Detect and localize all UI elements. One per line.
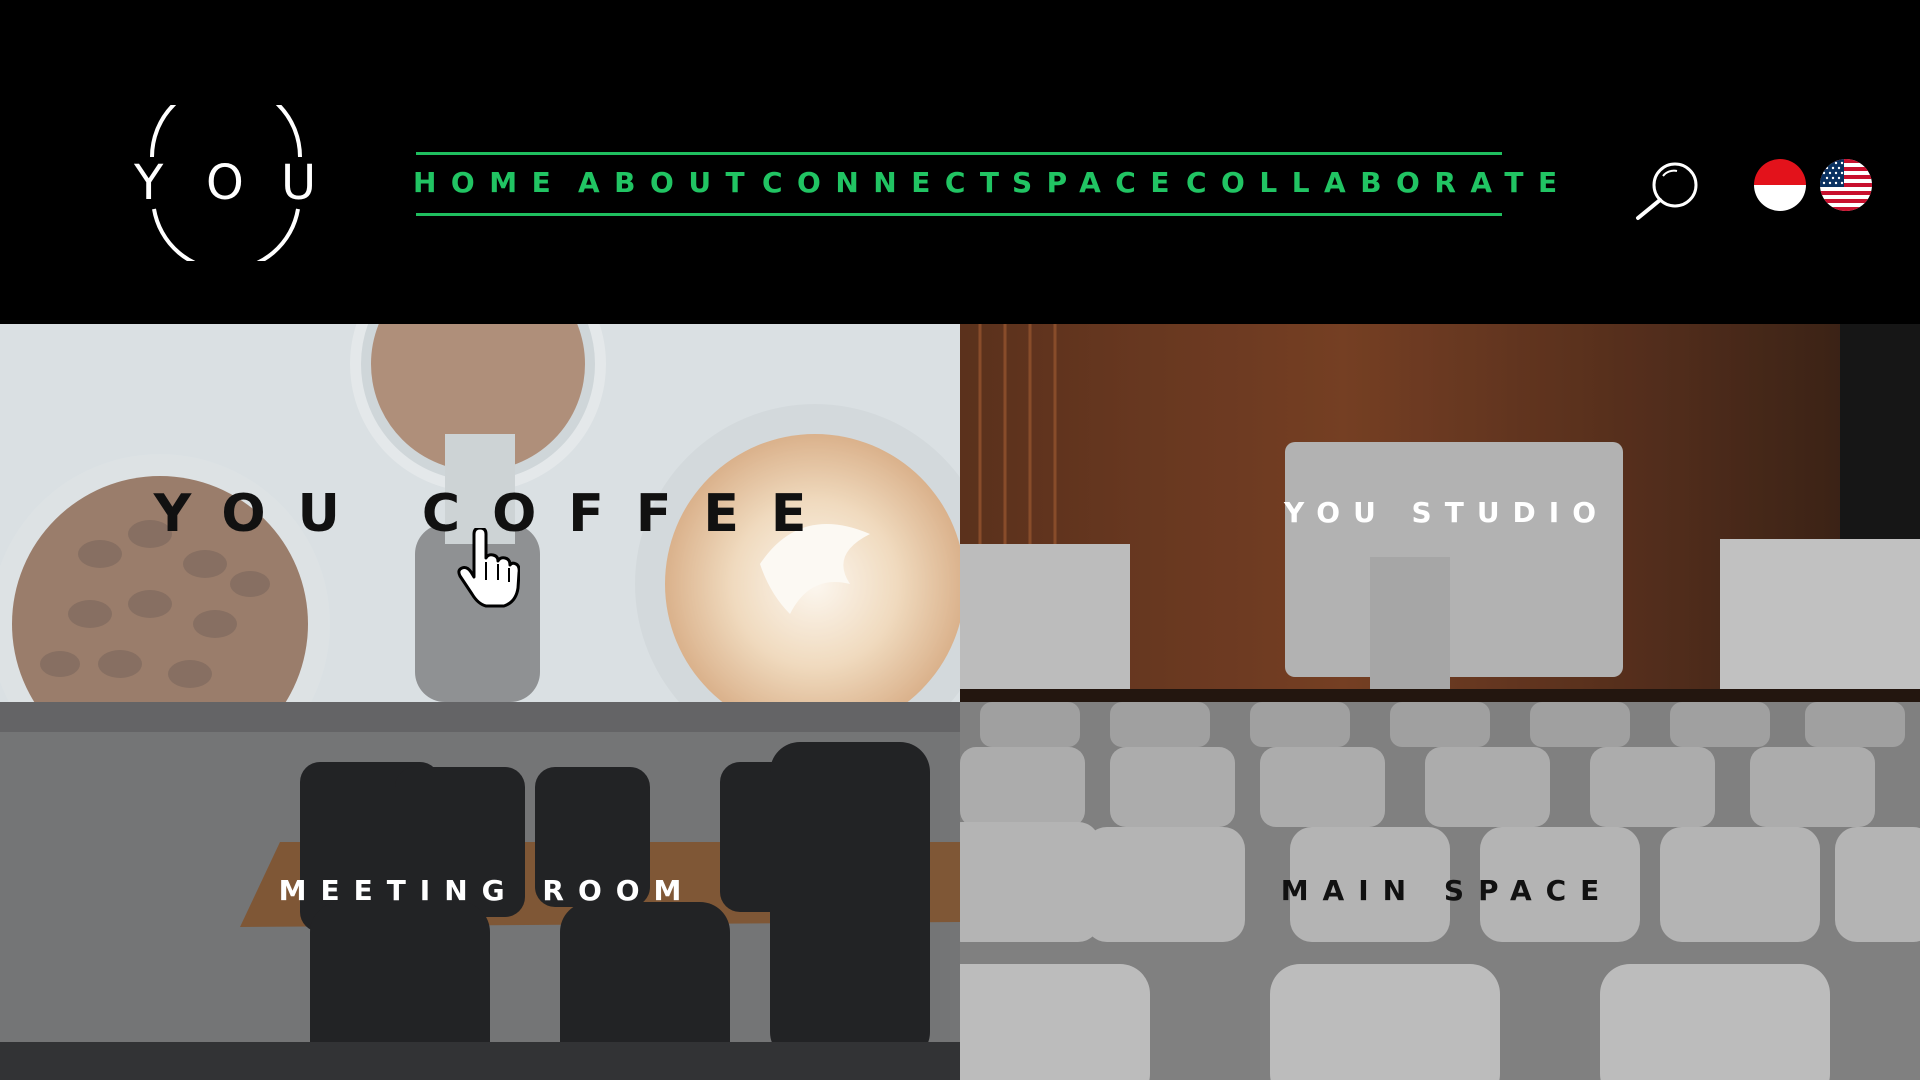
main-nav: HOME ABOUT CONNECT SPACE COLLABORATE xyxy=(413,152,1557,216)
tile-you-coffee[interactable]: YOU COFFEE xyxy=(0,324,960,702)
search-icon[interactable] xyxy=(1633,160,1703,222)
logo-letter-o: O xyxy=(206,155,244,211)
site-header: Y O U HOME ABOUT CONNECT SPACE COLLABORA… xyxy=(0,0,1920,324)
tile-meeting-room[interactable]: MEETING ROOM xyxy=(0,702,960,1080)
usa-flag-icon[interactable] xyxy=(1820,159,1872,211)
you-logo[interactable]: Y O U xyxy=(134,105,317,261)
tile-main-space[interactable]: MAIN SPACE xyxy=(960,702,1920,1080)
tile-label-meeting-room: MEETING ROOM xyxy=(278,874,696,907)
nav-connect[interactable]: CONNECT xyxy=(762,166,1014,199)
tile-you-studio[interactable]: YOU STUDIO xyxy=(960,324,1920,702)
nav-home[interactable]: HOME xyxy=(413,166,565,199)
nav-collaborate[interactable]: COLLABORATE xyxy=(1186,166,1572,199)
tile-label-you-studio: YOU STUDIO xyxy=(1283,496,1610,529)
nav-about[interactable]: ABOUT xyxy=(578,166,759,199)
logo-letter-y: Y xyxy=(134,155,164,211)
hand-cursor-icon xyxy=(456,526,521,608)
logo-letter-u: U xyxy=(281,155,317,211)
tile-label-main-space: MAIN SPACE xyxy=(1280,874,1614,907)
indonesia-flag-icon[interactable] xyxy=(1754,159,1806,211)
nav-space[interactable]: SPACE xyxy=(1012,166,1184,199)
